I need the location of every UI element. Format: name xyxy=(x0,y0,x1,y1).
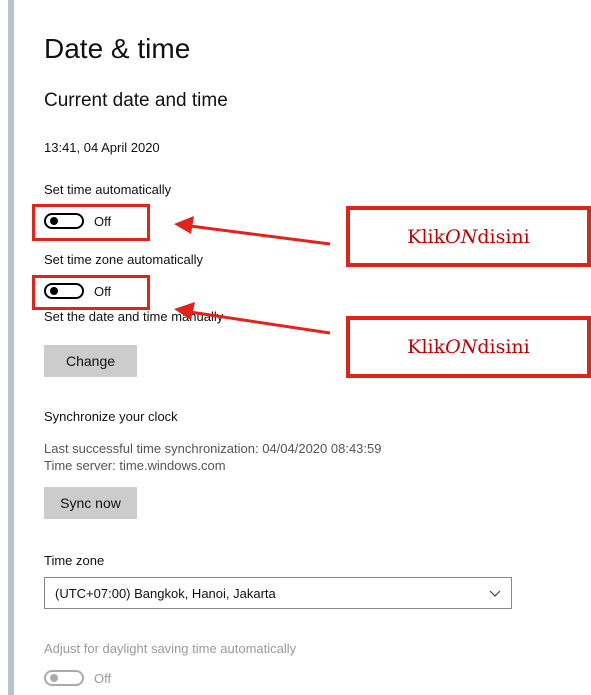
callout-box-1: Klik ON disini xyxy=(346,206,591,267)
callout-box-2: Klik ON disini xyxy=(346,316,591,378)
manual-label: Set the date and time manually xyxy=(44,309,224,324)
left-rail xyxy=(8,0,14,695)
page-title: Date & time xyxy=(44,33,191,64)
chevron-down-icon xyxy=(489,590,501,597)
dst-label: Adjust for daylight saving time automati… xyxy=(44,641,297,656)
callout-2-suffix: disini xyxy=(477,336,530,358)
auto-timezone-label: Set time zone automatically xyxy=(44,252,203,267)
callout-1-emph: ON xyxy=(445,225,478,248)
time-server-text: Time server: time.windows.com xyxy=(44,458,226,473)
callout-2-emph: ON xyxy=(445,336,478,358)
auto-time-label: Set time automatically xyxy=(44,182,172,197)
dst-state: Off xyxy=(94,670,112,686)
timezone-select[interactable]: (UTC+07:00) Bangkok, Hanoi, Jakarta xyxy=(44,577,512,609)
arrow-left-icon xyxy=(174,216,331,246)
callout-1-prefix: Klik xyxy=(407,225,446,248)
timezone-label: Time zone xyxy=(44,553,105,568)
highlight-box-auto-time xyxy=(32,204,150,241)
settings-page: Date & time Current date and time 13:41,… xyxy=(0,0,591,695)
dst-toggle[interactable] xyxy=(44,670,84,686)
current-datetime: 13:41, 04 April 2020 xyxy=(44,140,160,155)
callout-2-prefix: Klik xyxy=(407,336,446,358)
timezone-selected-value: (UTC+07:00) Bangkok, Hanoi, Jakarta xyxy=(55,585,276,601)
sync-now-button[interactable]: Sync now xyxy=(44,487,137,519)
section-title: Current date and time xyxy=(44,90,228,111)
change-button[interactable]: Change xyxy=(44,345,137,377)
toggle-knob xyxy=(50,674,58,682)
last-sync-text: Last successful time synchronization: 04… xyxy=(44,441,382,456)
highlight-box-auto-timezone xyxy=(32,275,150,310)
dst-toggle-group[interactable]: Off xyxy=(44,670,111,686)
callout-1-suffix: disini xyxy=(477,225,530,248)
sync-heading: Synchronize your clock xyxy=(44,409,178,424)
